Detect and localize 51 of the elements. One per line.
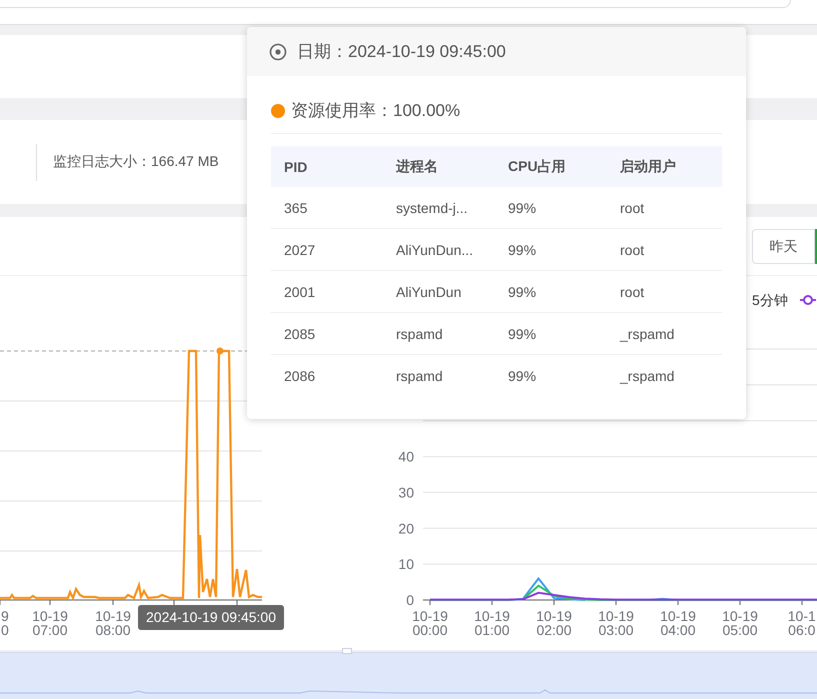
table-cell-text: _rspamd: [618, 326, 676, 342]
axis-label: 40: [398, 448, 414, 465]
table-cell-text: 2001: [283, 284, 316, 300]
axis-label: 10-19 08:00: [95, 608, 131, 638]
date-text: 日期：2024-10-19 09:45:00: [297, 41, 506, 63]
table-cell-text: AliYunDun: [395, 284, 462, 300]
axis-label: 10: [398, 556, 414, 572]
axis-label: 10-1 06:0: [788, 608, 816, 638]
axis-label: 10-19 04:00: [660, 608, 696, 638]
table-cell-text: rspamd: [395, 368, 444, 384]
axis-label: 10-19 07:00: [32, 608, 68, 638]
axis-label: 20: [398, 520, 414, 536]
axis-label: 10-19 00:00: [412, 608, 448, 638]
column-header: 启动用户: [619, 158, 677, 176]
table-cell-text: 2086: [283, 368, 316, 384]
handle-icon[interactable]: [342, 648, 352, 654]
axis-label: 10-19 03:00: [598, 608, 634, 638]
table-cell-text: root: [619, 242, 646, 258]
axis-label: 10-19 01:00: [474, 608, 510, 638]
column-header: CPU占用: [507, 158, 567, 176]
data-point: [216, 348, 224, 354]
axis-label: 0: [406, 592, 414, 608]
table-cell-text: 99%: [507, 326, 538, 342]
table-cell-text: root: [619, 200, 646, 216]
series-dot: [271, 104, 285, 118]
axis-label: 10-19 05:00: [722, 608, 758, 638]
metric-text: 资源使用率：100.00%: [291, 100, 460, 122]
table-cell-text: 99%: [507, 368, 538, 384]
table-cell-text: 99%: [507, 284, 538, 300]
table-cell-text: 2085: [283, 326, 316, 342]
range-button[interactable]: 昨天: [752, 229, 815, 264]
table-cell-text: 365: [283, 200, 308, 216]
axis-pointer-label: 2024-10-19 09:45:00: [138, 605, 284, 630]
legend-marker-icon[interactable]: [800, 295, 816, 305]
table-cell-text: 99%: [507, 200, 538, 216]
table-cell-text: root: [619, 284, 646, 300]
table-cell-text: _rspamd: [618, 368, 676, 384]
axis-label: 30: [398, 484, 414, 500]
input-field[interactable]: [0, 0, 791, 8]
table-cell-text: AliYunDun...: [395, 242, 474, 258]
log-size-text: 监控日志大小：166.47 MB: [53, 153, 219, 171]
table-cell-text: 2027: [283, 242, 316, 258]
axis-label: 10-19 02:00: [536, 608, 572, 638]
table-cell-text: systemd-j...: [395, 200, 469, 216]
target-icon: [269, 42, 287, 60]
column-header: 进程名: [394, 158, 439, 176]
table-cell-text: rspamd: [395, 326, 444, 342]
axis-label: 9 0: [1, 608, 9, 638]
table-cell-text: 99%: [507, 242, 538, 258]
legend-label[interactable]: 5分钟: [752, 292, 788, 308]
column-header: PID: [283, 158, 308, 174]
